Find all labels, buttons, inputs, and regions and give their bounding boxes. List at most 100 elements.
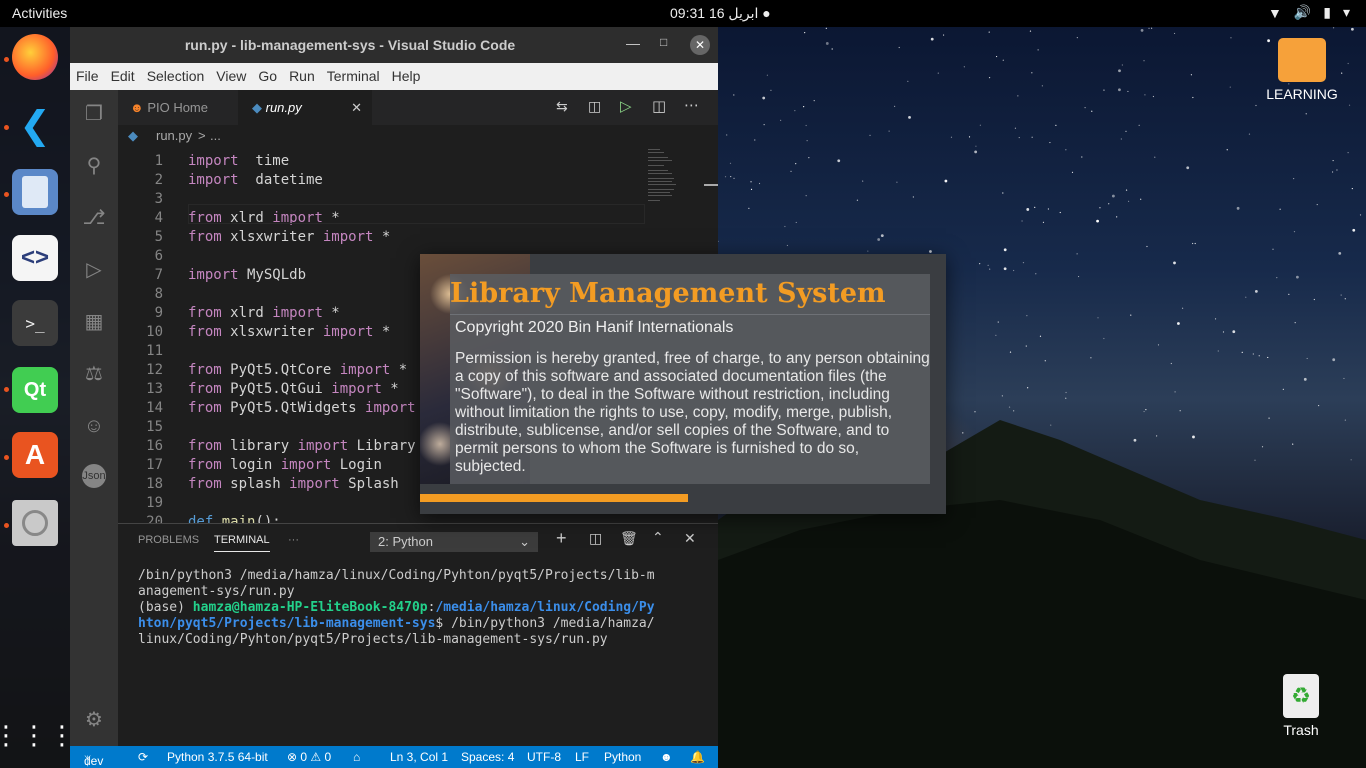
run-icon[interactable]: ▷ — [620, 97, 632, 115]
tab-problems[interactable]: PROBLEMS — [138, 534, 199, 546]
running-indicator — [4, 523, 9, 528]
feedback-icon[interactable]: ☻ — [660, 750, 673, 764]
menu-selection[interactable]: Selection — [141, 63, 211, 90]
platformio-icon[interactable]: ☺ — [80, 412, 108, 440]
line-number: 11 — [146, 343, 163, 359]
show-apps-icon[interactable]: ⋮⋮⋮ — [0, 712, 75, 758]
open-preview-icon[interactable]: ◫ — [588, 98, 601, 115]
minimap[interactable] — [646, 147, 686, 207]
terminal-output[interactable]: /bin/python3 /media/hamza/linux/Coding/P… — [138, 568, 708, 648]
end-of-line[interactable]: LF — [575, 750, 589, 764]
line-number: 20 — [146, 514, 163, 523]
maximize-panel-icon[interactable]: ⌃ — [652, 529, 664, 546]
files-icon[interactable] — [12, 169, 58, 215]
extensions-icon[interactable]: ▦ — [80, 308, 108, 336]
breadcrumb: ◆ run.py > ... — [118, 125, 718, 147]
platformio-icon: ☻ — [130, 100, 144, 115]
search-icon[interactable]: ⚲ — [80, 152, 108, 180]
line-number: 14 — [146, 400, 163, 416]
top-bar: Activities 09:31 ابریل 16 ● ▼ 🔊 ▮ ▾ — [0, 0, 1366, 27]
python-icon: ◆ — [252, 100, 262, 115]
json-icon[interactable]: Json — [82, 464, 106, 488]
menu-go[interactable]: Go — [252, 63, 283, 90]
gear-icon[interactable]: ⚙ — [80, 706, 108, 734]
python-interpreter[interactable]: Python 3.7.5 64-bit — [167, 750, 268, 764]
compare-icon[interactable]: ⇆ — [556, 98, 568, 115]
terminal-select-value: 2: Python — [378, 534, 433, 549]
menu-view[interactable]: View — [210, 63, 252, 90]
menu-help[interactable]: Help — [386, 63, 427, 90]
encoding[interactable]: UTF-8 — [527, 750, 561, 764]
bottom-panel: PROBLEMS TERMINAL ··· 2: Python ⌄ + ◫ 🗑 … — [118, 523, 718, 747]
code-line: from login import Login — [188, 457, 382, 473]
wifi-icon: ▼ — [1267, 4, 1282, 21]
close-button[interactable]: ✕ — [690, 35, 710, 55]
line-number: 13 — [146, 381, 163, 397]
close-tab-icon[interactable]: ✕ — [351, 90, 362, 125]
tab-terminal[interactable]: TERMINAL — [214, 534, 270, 552]
trash-terminal-icon[interactable]: 🗑 — [620, 530, 638, 547]
line-number: 15 — [146, 419, 163, 435]
software-center-icon[interactable]: A — [12, 432, 58, 478]
notifications-icon[interactable]: 🔔 — [690, 750, 705, 764]
more-actions-icon[interactable]: ⋯ — [684, 96, 699, 114]
line-number: 4 — [154, 210, 163, 226]
problems-status[interactable]: ⊗ 0 ⚠ 0 — [287, 750, 331, 764]
trash-label: Trash — [1283, 722, 1319, 738]
firefox-icon[interactable] — [12, 34, 58, 80]
learning-folder[interactable]: LEARNING — [1262, 38, 1342, 102]
breadcrumb-more[interactable]: ... — [210, 128, 221, 143]
system-tray[interactable]: ▼ 🔊 ▮ ▾ — [1268, 4, 1350, 21]
code-editor-icon[interactable]: <> — [12, 235, 58, 281]
terminal-select[interactable]: 2: Python ⌄ — [370, 532, 538, 552]
splash-screen: Library Management System Copyright 2020… — [420, 254, 946, 514]
tab-pio-home[interactable]: ☻ PIO Home — [118, 90, 250, 125]
menu-edit[interactable]: Edit — [105, 63, 141, 90]
branch-label: dev — [84, 754, 104, 768]
code-line: from xlsxwriter import * — [188, 229, 391, 245]
indentation[interactable]: Spaces: 4 — [461, 750, 514, 764]
menu-file[interactable]: File — [70, 63, 105, 90]
tab-run-py[interactable]: ◆ run.py ✕ — [238, 90, 372, 125]
battery-icon: ▮ — [1323, 4, 1331, 20]
minimize-button[interactable]: — — [626, 35, 640, 51]
run-debug-icon[interactable]: ▷ — [80, 256, 108, 284]
editor-tabs: ☻ PIO Home ◆ run.py ✕ ⇆ ◫ ▷ ◫ ⋯ — [118, 90, 718, 125]
code-line: import MySQLdb — [188, 267, 307, 283]
new-terminal-icon[interactable]: + — [556, 528, 567, 549]
code-line: def main(): — [188, 514, 281, 523]
split-editor-icon[interactable]: ◫ — [652, 97, 666, 115]
close-panel-icon[interactable]: ✕ — [684, 530, 696, 547]
testing-icon[interactable]: ⚖ — [80, 360, 108, 388]
source-control-icon[interactable]: ⎇ — [80, 204, 108, 232]
disc-icon[interactable] — [12, 500, 58, 546]
maximize-button[interactable]: □ — [660, 35, 667, 49]
home-icon[interactable]: ⌂ — [353, 750, 360, 764]
breadcrumb-file[interactable]: run.py — [156, 128, 192, 143]
menu-run[interactable]: Run — [283, 63, 321, 90]
splash-title: Library Management System — [450, 278, 930, 315]
window-titlebar[interactable]: run.py - lib-management-sys - Visual Stu… — [70, 27, 718, 63]
scrollbar-marker[interactable] — [704, 184, 718, 186]
sync-icon[interactable]: ⟳ — [138, 750, 148, 764]
cursor-position[interactable]: Ln 3, Col 1 — [390, 750, 448, 764]
split-terminal-icon[interactable]: ◫ — [589, 530, 602, 547]
vscode-icon[interactable]: ❮ — [12, 102, 58, 148]
menu-bar: File Edit Selection View Go Run Terminal Help — [70, 63, 718, 90]
dock: ❮ <> >_ Qt A ⋮⋮⋮ — [0, 27, 75, 768]
splash-copyright: Copyright 2020 Bin Hanif Internationals — [455, 319, 734, 336]
terminal-icon[interactable]: >_ — [12, 300, 58, 346]
language-mode[interactable]: Python — [604, 750, 641, 764]
code-line: from xlsxwriter import * — [188, 324, 391, 340]
qt-creator-icon[interactable]: Qt — [12, 367, 58, 413]
menu-terminal[interactable]: Terminal — [321, 63, 386, 90]
splash-progress-bar — [420, 494, 946, 502]
code-line: from PyQt5.QtCore import * — [188, 362, 408, 378]
trash[interactable]: ♻ Trash — [1271, 674, 1331, 738]
code-line: from xlrd import * — [188, 305, 340, 321]
panel-more-icon[interactable]: ··· — [288, 534, 299, 546]
line-number: 12 — [146, 362, 163, 378]
explorer-icon[interactable]: ❐ — [80, 100, 108, 128]
clock[interactable]: 09:31 ابریل 16 ● — [670, 5, 771, 22]
activities-button[interactable]: Activities — [12, 5, 67, 21]
